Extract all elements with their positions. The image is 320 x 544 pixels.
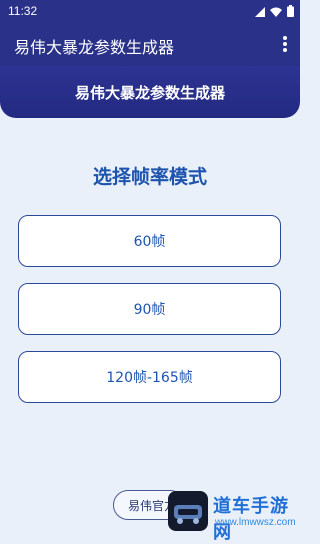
banner-title: 易伟大暴龙参数生成器 xyxy=(74,84,225,102)
header-banner: 易伟大暴龙参数生成器 xyxy=(0,66,300,118)
status-bar: 11:32 xyxy=(0,0,300,22)
watermark-logo xyxy=(168,491,208,531)
section-title: 选择帧率模式 xyxy=(92,166,207,188)
status-icons xyxy=(255,5,294,20)
app-title: 易伟大暴龙参数生成器 xyxy=(14,38,175,57)
option-60fps-button[interactable]: 60帧 xyxy=(18,215,281,267)
signal-icon xyxy=(255,6,265,20)
option-label: 90帧 xyxy=(133,302,166,318)
wifi-icon xyxy=(270,6,282,20)
option-90fps-button[interactable]: 90帧 xyxy=(18,283,281,335)
battery-icon xyxy=(287,5,294,20)
app-bar: 易伟大暴龙参数生成器 xyxy=(0,22,300,66)
more-vert-icon[interactable] xyxy=(280,34,290,54)
status-time: 11:32 xyxy=(8,4,38,18)
option-label: 60帧 xyxy=(133,234,166,250)
option-120-165fps-button[interactable]: 120帧-165帧 xyxy=(18,351,281,403)
watermark-site-url: www.lmwwsz.com xyxy=(215,517,296,528)
option-label: 120帧-165帧 xyxy=(106,370,193,386)
